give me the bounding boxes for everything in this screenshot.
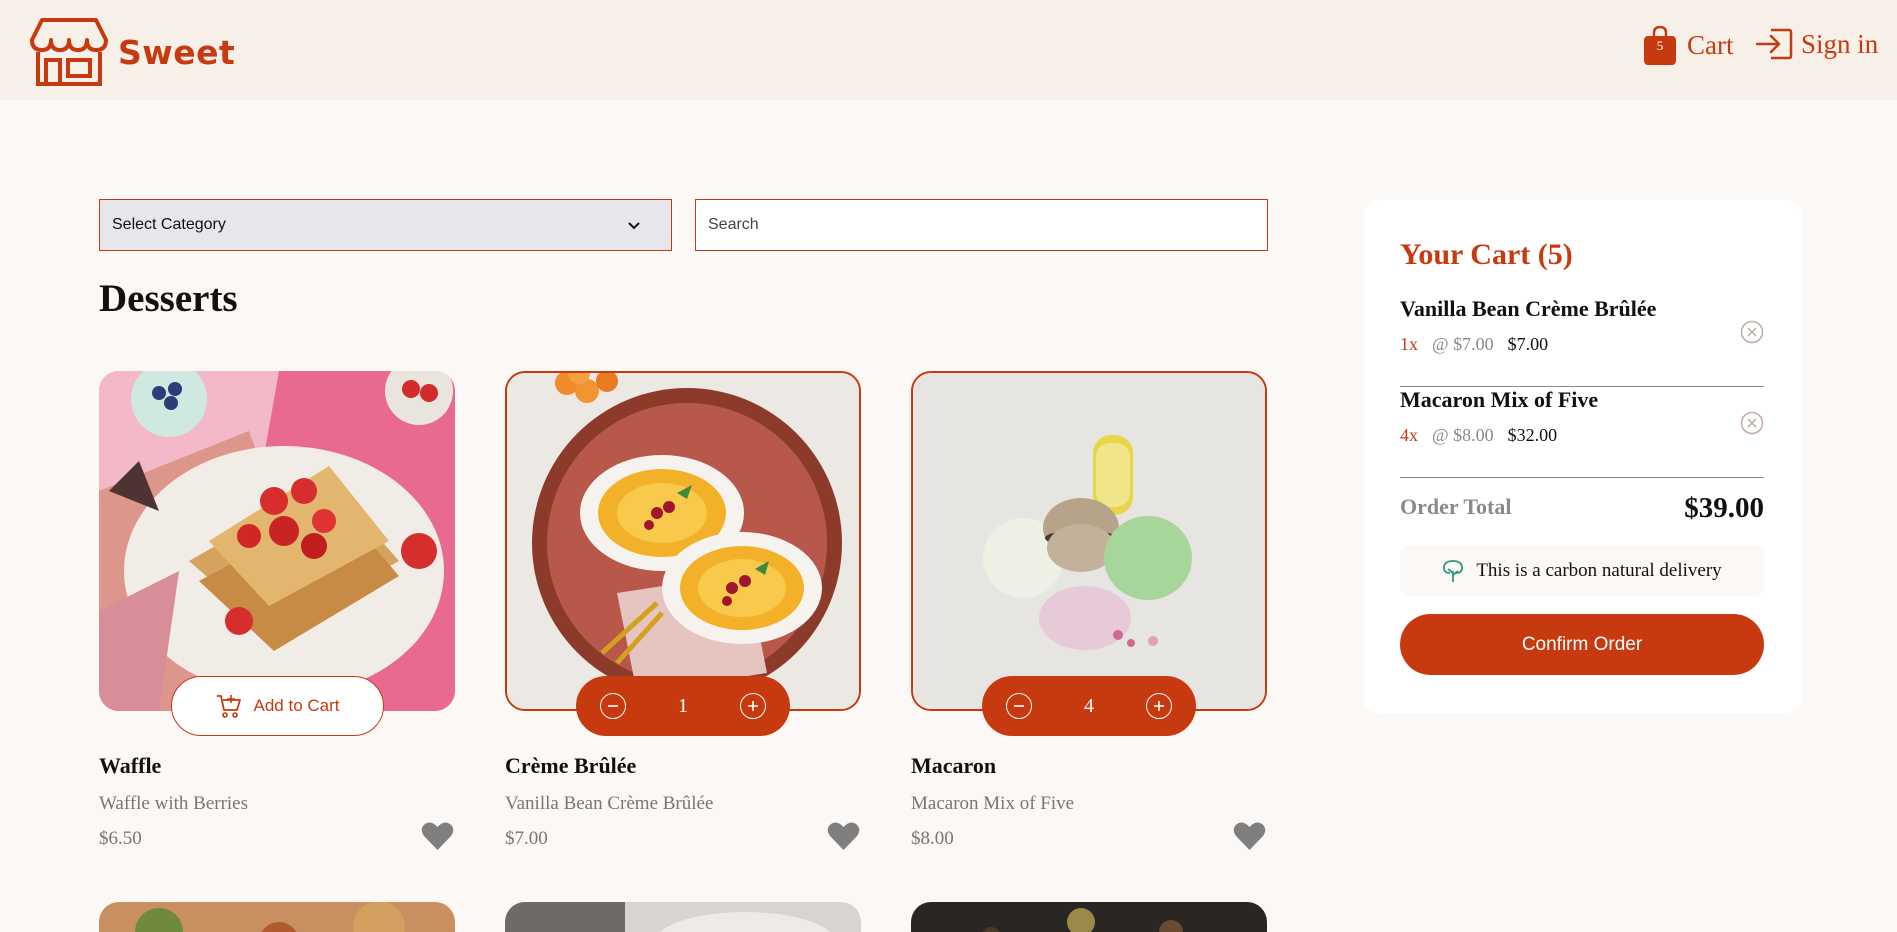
cart-item-unit-price: @ $8.00 [1432,425,1494,445]
product-image [505,371,861,711]
cart-item-name: Macaron Mix of Five [1400,387,1599,412]
cart-item-qty: 4x [1400,425,1418,445]
plus-icon[interactable] [740,693,766,719]
add-to-cart-label: Add to Cart [253,696,340,715]
order-total-value: $39.00 [1684,492,1764,524]
cart-item-qty: 1x [1400,334,1418,354]
cart-item-total: $32.00 [1507,425,1558,445]
carbon-note-text: This is a carbon natural delivery [1476,560,1722,581]
tree-icon [1443,560,1464,582]
brand-logo[interactable]: Sweet [30,16,235,88]
product-description: Waffle with Berries [99,793,249,814]
remove-item-icon[interactable] [1740,411,1764,435]
product-card: Add to Cart Waffle Waffle with Berries $… [99,371,455,850]
product-image-peek [99,902,455,932]
product-price: $8.00 [911,828,954,849]
quantity-stepper: 1 [576,676,790,736]
cart-count-badge: 5 [1656,38,1664,53]
storefront-icon [30,18,108,86]
remove-item-icon[interactable] [1740,320,1764,344]
login-icon [1755,28,1793,60]
cart-panel: Your Cart (5) Vanilla Bean Crème Brûlée … [1364,200,1801,713]
minus-icon[interactable] [600,693,626,719]
cart-item-unit-price: @ $7.00 [1432,334,1494,354]
shopping-bag-icon: 5 [1643,25,1677,65]
product-image-peek [911,902,1267,932]
product-image [911,371,1267,711]
product-image [99,371,455,711]
product-name: Crème Brûlée [505,753,637,778]
category-select-value: Select Category [112,216,226,233]
cart-item-meta: 1x @ $7.00 $7.00 [1400,334,1548,355]
cart-item: Vanilla Bean Crème Brûlée 1x @ $7.00 $7.… [1400,296,1764,387]
category-select[interactable]: Select Category [99,199,672,251]
quantity-value: 4 [1084,694,1094,717]
product-card: 1 Crème Brûlée Vanilla Bean Crème Brûlée… [505,371,861,850]
heart-icon[interactable] [421,821,454,851]
quantity-value: 1 [678,694,688,717]
signin-link[interactable]: Sign in [1755,28,1878,60]
heart-icon[interactable] [827,821,860,851]
brand-name: Sweet [118,32,236,72]
product-name: Macaron [911,753,997,778]
confirm-order-button[interactable]: Confirm Order [1400,614,1764,675]
header-cart-link[interactable]: 5 Cart [1643,25,1734,65]
cart-link-label: Cart [1687,29,1734,60]
search-input[interactable] [695,199,1268,251]
minus-icon[interactable] [1006,693,1032,719]
cart-item-meta: 4x @ $8.00 $32.00 [1400,425,1557,446]
product-name: Waffle [99,753,162,778]
add-to-cart-button[interactable]: Add to Cart [171,676,384,736]
top-header: Sweet 5 Cart Sign in [0,0,1897,100]
cart-title: Your Cart (5) [1400,238,1573,271]
carbon-neutral-note: This is a carbon natural delivery [1400,546,1764,596]
heart-icon[interactable] [1233,821,1266,851]
product-image-peek [505,902,861,932]
plus-icon[interactable] [1146,693,1172,719]
product-price: $6.50 [99,828,142,849]
page-title: Desserts [99,277,238,320]
product-card: 4 Macaron Macaron Mix of Five $8.00 [911,371,1267,850]
product-price: $7.00 [505,828,548,849]
cart-plus-icon [216,695,241,718]
product-description: Macaron Mix of Five [911,793,1075,814]
cart-item-total: $7.00 [1507,334,1549,354]
quantity-stepper: 4 [982,676,1196,736]
order-total-label: Order Total [1400,494,1512,519]
product-description: Vanilla Bean Crème Brûlée [505,793,714,814]
cart-item: Macaron Mix of Five 4x @ $8.00 $32.00 [1400,387,1764,478]
cart-item-name: Vanilla Bean Crème Brûlée [1400,296,1657,321]
signin-label: Sign in [1801,28,1879,59]
chevron-down-icon [628,222,640,230]
